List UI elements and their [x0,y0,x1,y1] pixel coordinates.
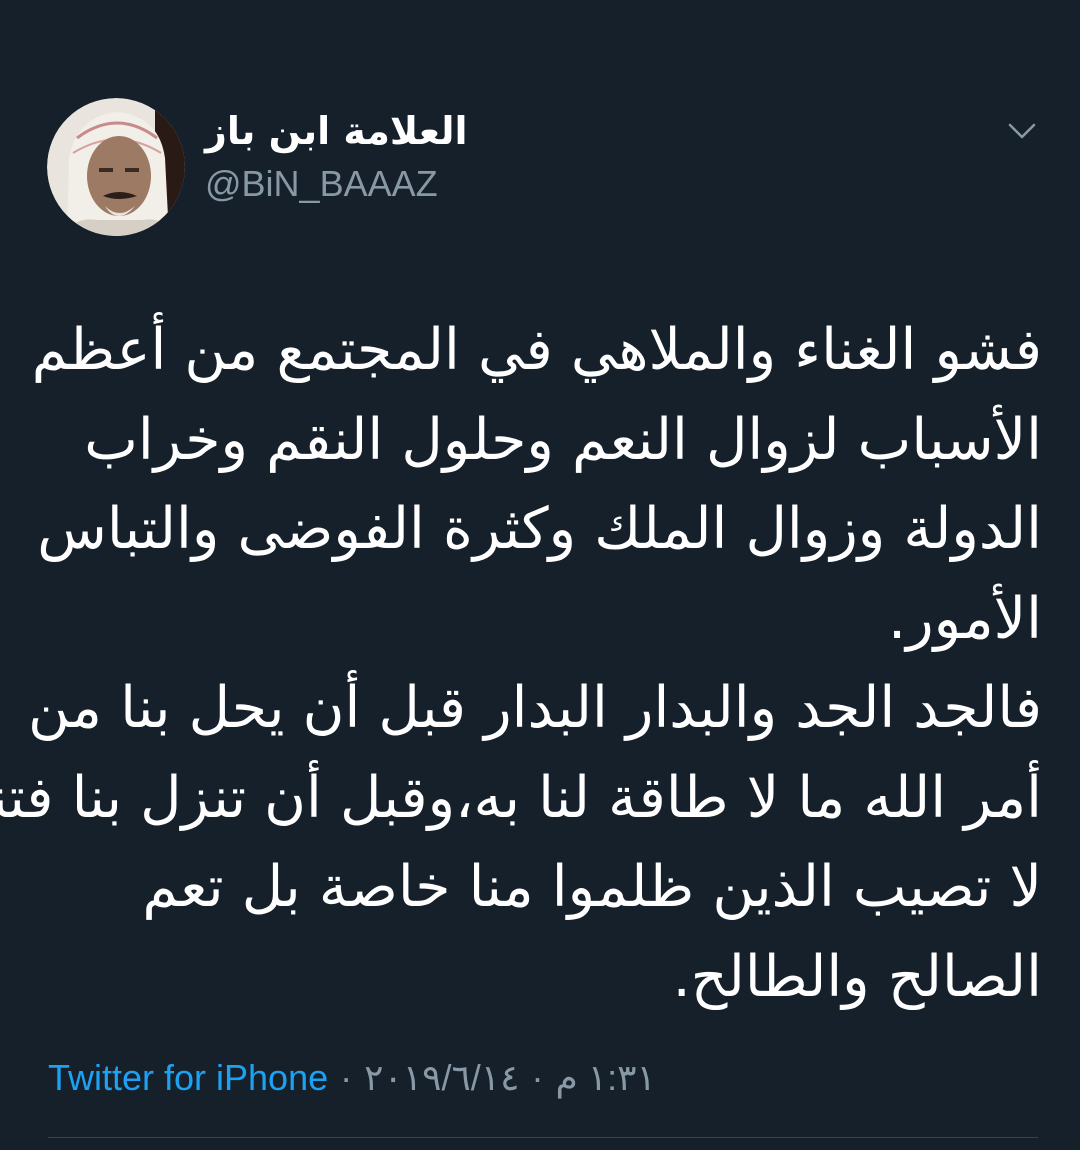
tweet-text-line: أمر الله ما لا طاقة لنا به،وقبل أن تنزل … [0,764,1042,831]
source-link[interactable]: Twitter for iPhone [48,1057,328,1099]
tweet-text-line: لا تصيب الذين ظلموا منا خاصة بل تعم [142,854,1042,920]
tweet-meta: Twitter for iPhone · ٢٠١٩/٦/١٤ · ١:٣١ م [48,1050,656,1106]
avatar[interactable] [47,98,185,236]
divider [48,1137,1038,1138]
tweet-text: فشو الغناء والملاهي في المجتمع من أعظم ا… [0,306,1042,1022]
tweet-text-line: الأسباب لزوال النعم وحلول النقم وخراب [84,406,1042,473]
tweet-text-line: الصالح والطالح. [672,943,1042,1010]
tweet-text-line: الأمور. [888,585,1042,652]
meta-separator: · [531,1057,544,1098]
author-handle[interactable]: @BiN_BAAAZ [205,158,505,210]
tweet-text-line: الدولة وزوال الملك وكثرة الفوضى والتباس [37,496,1042,562]
chevron-down-icon[interactable] [1000,112,1044,150]
tweet-date[interactable]: ٢٠١٩/٦/١٤ [364,1057,519,1099]
tweet-text-line: فشو الغناء والملاهي في المجتمع من أعظم [31,317,1042,383]
meta-separator: · [340,1057,353,1098]
tweet: العلامة ابن باز @BiN_BAAAZ فشو الغناء وا… [0,0,1080,1150]
tweet-text-line: فالجد الجد والبدار البدار قبل أن يحل بنا… [28,675,1042,741]
author-display-name[interactable]: العلامة ابن باز [205,104,505,158]
tweet-time[interactable]: ١:٣١ م [555,1057,655,1099]
author-names[interactable]: العلامة ابن باز @BiN_BAAAZ [205,104,505,210]
